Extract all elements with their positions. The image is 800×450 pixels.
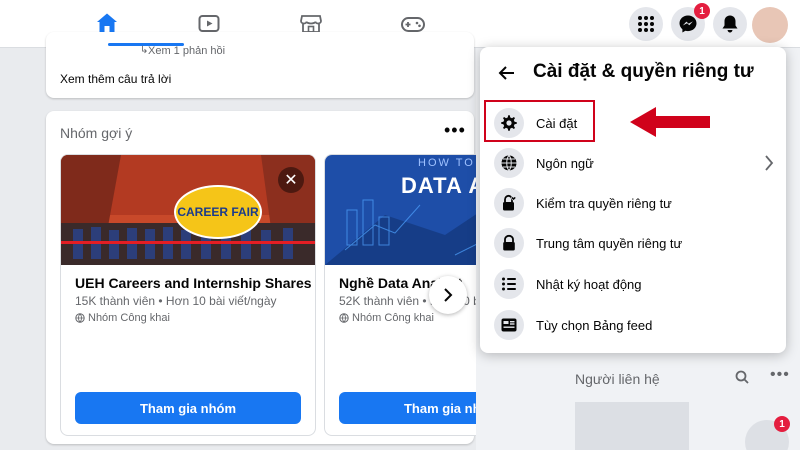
group-privacy-label: Nhóm Công khai	[88, 312, 170, 324]
comments-card: ↳ Xem 1 phản hồi Xem thêm câu trả lời	[46, 32, 474, 98]
group-privacy: Nhóm Công khai	[75, 312, 170, 324]
group-stats: 15K thành viên • Hơn 10 bài viết/ngày	[75, 294, 277, 308]
group-name[interactable]: UEH Careers and Internship Shares	[75, 275, 312, 291]
menu-item-activity-log[interactable]: Nhật ký hoạt động	[490, 265, 776, 303]
group-privacy: Nhóm Công khai	[339, 312, 434, 324]
menu-button[interactable]	[629, 7, 663, 41]
how-to-text: HOW TO	[418, 157, 475, 169]
notifications-button[interactable]	[713, 7, 747, 41]
list-icon	[494, 269, 524, 299]
career-fair-text: CAREER FAIR	[177, 204, 259, 219]
carousel-next-button[interactable]	[429, 276, 467, 314]
more-options-icon[interactable]: •••	[444, 120, 466, 141]
red-arrow-annotation	[630, 107, 710, 137]
globe-icon	[75, 313, 85, 323]
chevron-right-icon	[764, 154, 774, 177]
data-analyst-text: DATA A	[401, 173, 486, 198]
panel-title: Cài đặt & quyền riêng tư	[533, 61, 754, 82]
view-replies-link[interactable]: Xem 1 phản hồi	[148, 45, 225, 57]
menu-item-label: Kiểm tra quyền riêng tư	[536, 195, 672, 211]
career-fair-logo: CAREER FAIR	[174, 185, 262, 239]
messenger-badge: 1	[694, 3, 710, 19]
highlight-box-annotation	[484, 100, 595, 142]
dismiss-group-button[interactable]: ✕	[278, 167, 304, 193]
messenger-icon	[679, 15, 697, 33]
chevron-right-icon	[444, 288, 453, 302]
back-button[interactable]	[498, 65, 516, 86]
bell-icon	[722, 15, 738, 33]
globe-icon	[494, 148, 524, 178]
menu-item-label: Tùy chọn Bảng feed	[536, 317, 653, 333]
menu-item-privacy-center[interactable]: Trung tâm quyền riêng tư	[490, 224, 776, 262]
feed-icon	[494, 310, 524, 340]
lock-heart-icon	[494, 188, 524, 218]
join-group-button[interactable]: Tham gia nhóm	[75, 392, 301, 424]
grid-menu-icon	[638, 16, 654, 32]
close-icon: ✕	[284, 172, 298, 189]
lock-icon	[494, 228, 524, 258]
group-privacy-label: Nhóm Công khai	[352, 312, 434, 324]
contact-item-placeholder[interactable]	[575, 402, 689, 450]
menu-item-label: Trung tâm quyền riêng tư	[536, 235, 683, 251]
settings-privacy-panel: Cài đặt & quyền riêng tư Cài đặt Ngôn ng…	[480, 47, 786, 353]
contacts-more-icon[interactable]: •••	[770, 366, 790, 384]
section-title: Nhóm gợi ý	[60, 125, 133, 141]
menu-item-feed-preferences[interactable]: Tùy chọn Bảng feed	[490, 306, 776, 344]
search-icon	[735, 370, 749, 384]
messenger-button[interactable]: 1	[671, 3, 710, 41]
home-icon	[97, 13, 117, 32]
menu-item-language[interactable]: Ngôn ngữ	[490, 144, 776, 182]
menu-item-label: Ngôn ngữ	[536, 155, 594, 171]
arrow-left-icon	[498, 66, 514, 80]
globe-icon	[339, 313, 349, 323]
contacts-search-button[interactable]	[735, 370, 749, 389]
profile-avatar[interactable]	[752, 7, 788, 43]
view-more-answers-link[interactable]: Xem thêm câu trả lời	[60, 72, 171, 86]
group-cover-photo: CAREER FAIR ✕	[61, 155, 315, 265]
suggested-groups-card: Nhóm gợi ý ••• CAREER FAIR ✕ UEH Careers…	[46, 111, 580, 444]
group-card[interactable]: CAREER FAIR ✕ UEH Careers and Internship…	[60, 154, 316, 436]
chat-badge: 1	[774, 416, 790, 432]
contacts-title: Người liên hệ	[575, 371, 660, 387]
menu-item-label: Nhật ký hoạt động	[536, 276, 642, 292]
menu-item-privacy-checkup[interactable]: Kiểm tra quyền riêng tư	[490, 184, 776, 222]
